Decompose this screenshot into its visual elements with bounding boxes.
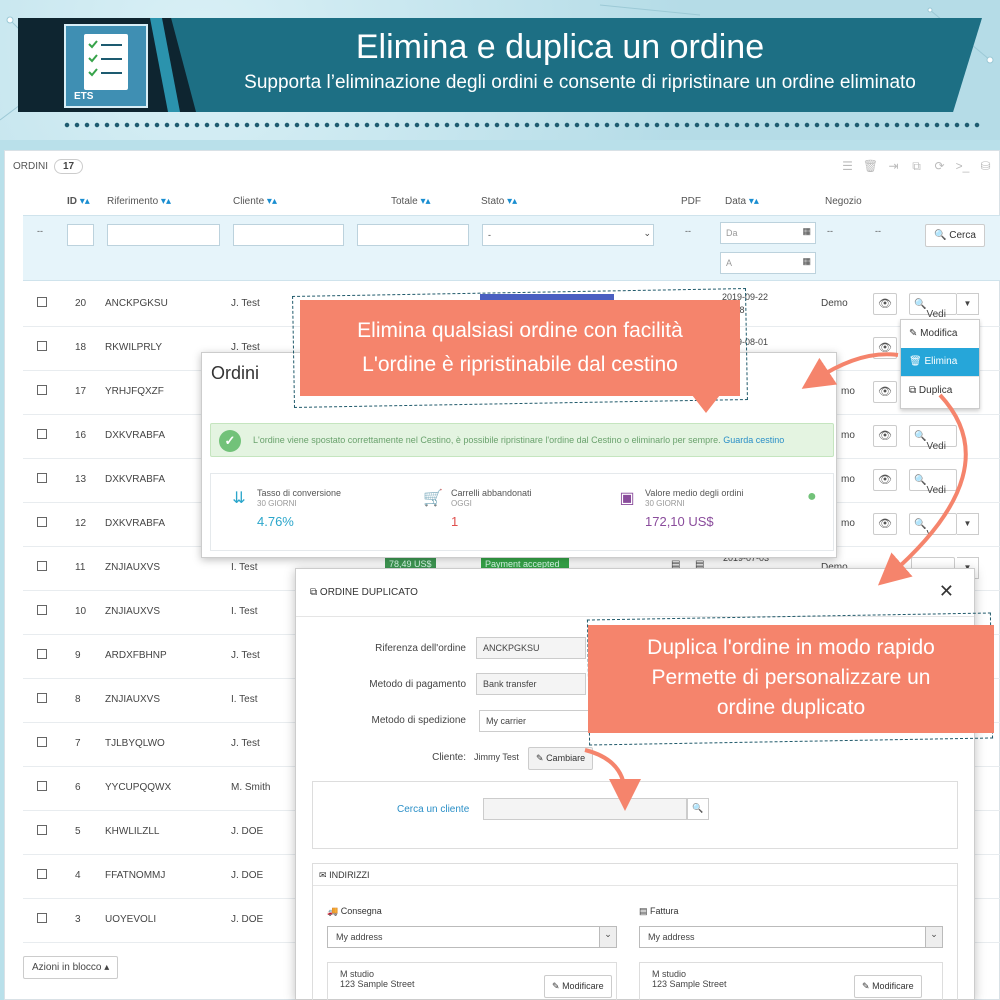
callout-arrows [584,352,968,811]
